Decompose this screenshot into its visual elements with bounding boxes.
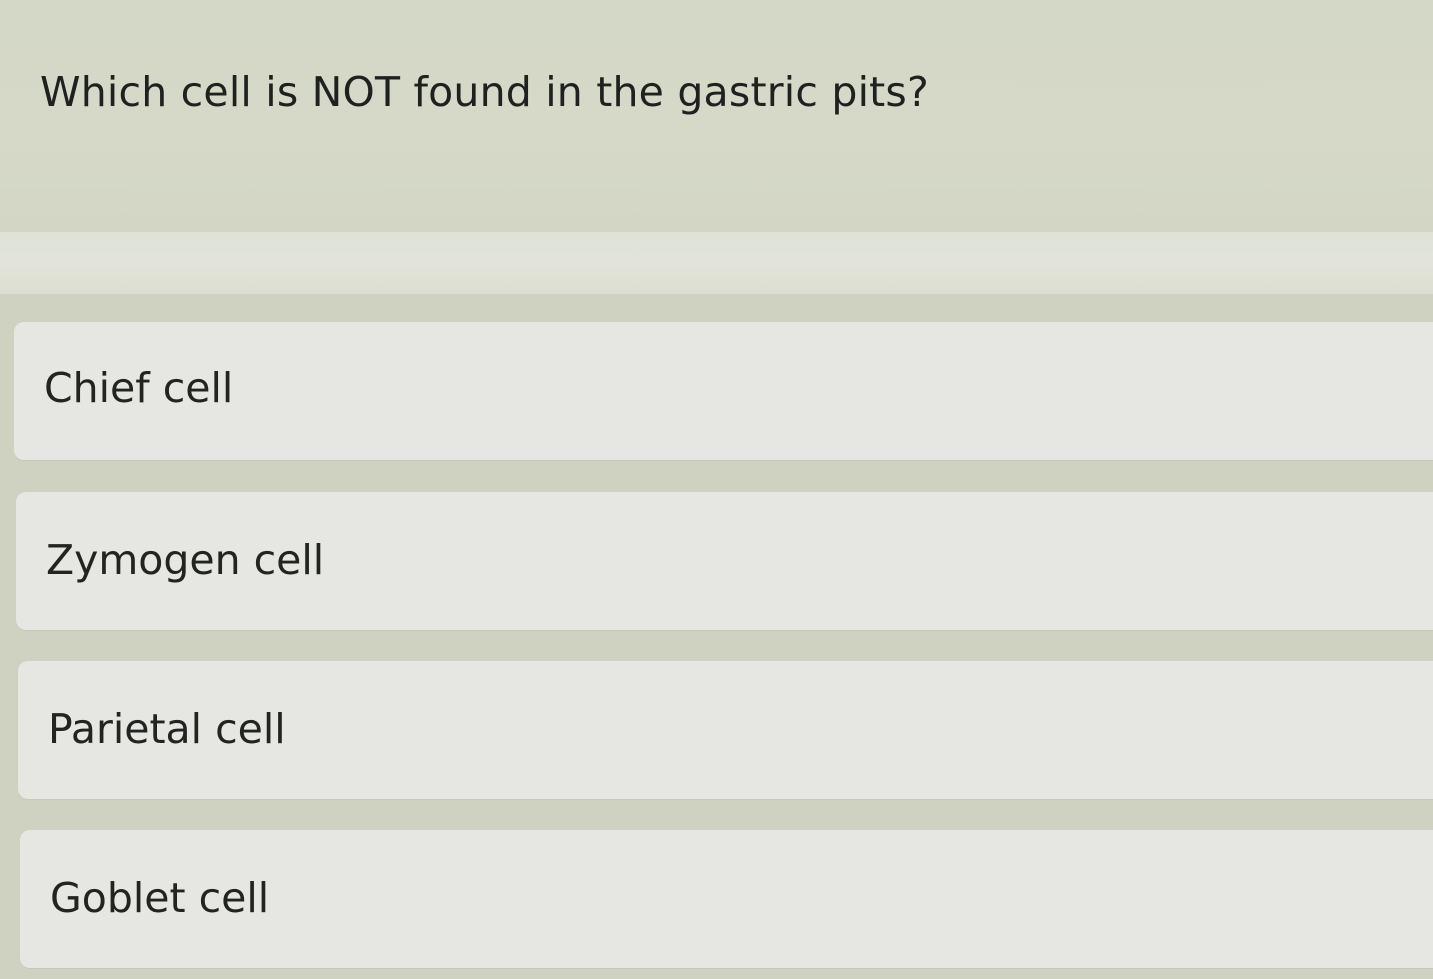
question-area: Which cell is NOT found in the gastric p… (0, 0, 1433, 232)
answer-option-label: Zymogen cell (46, 536, 325, 584)
divider-band (0, 232, 1433, 294)
answer-option-zymogen-cell[interactable]: Zymogen cell (16, 492, 1433, 630)
answer-option-goblet-cell[interactable]: Goblet cell (20, 830, 1433, 968)
answer-option-chief-cell[interactable]: Chief cell (14, 322, 1433, 460)
answer-option-label: Parietal cell (48, 705, 286, 753)
question-text: Which cell is NOT found in the gastric p… (40, 68, 929, 116)
answer-option-parietal-cell[interactable]: Parietal cell (18, 661, 1433, 799)
answer-option-label: Goblet cell (50, 874, 270, 922)
answer-option-label: Chief cell (44, 364, 234, 412)
